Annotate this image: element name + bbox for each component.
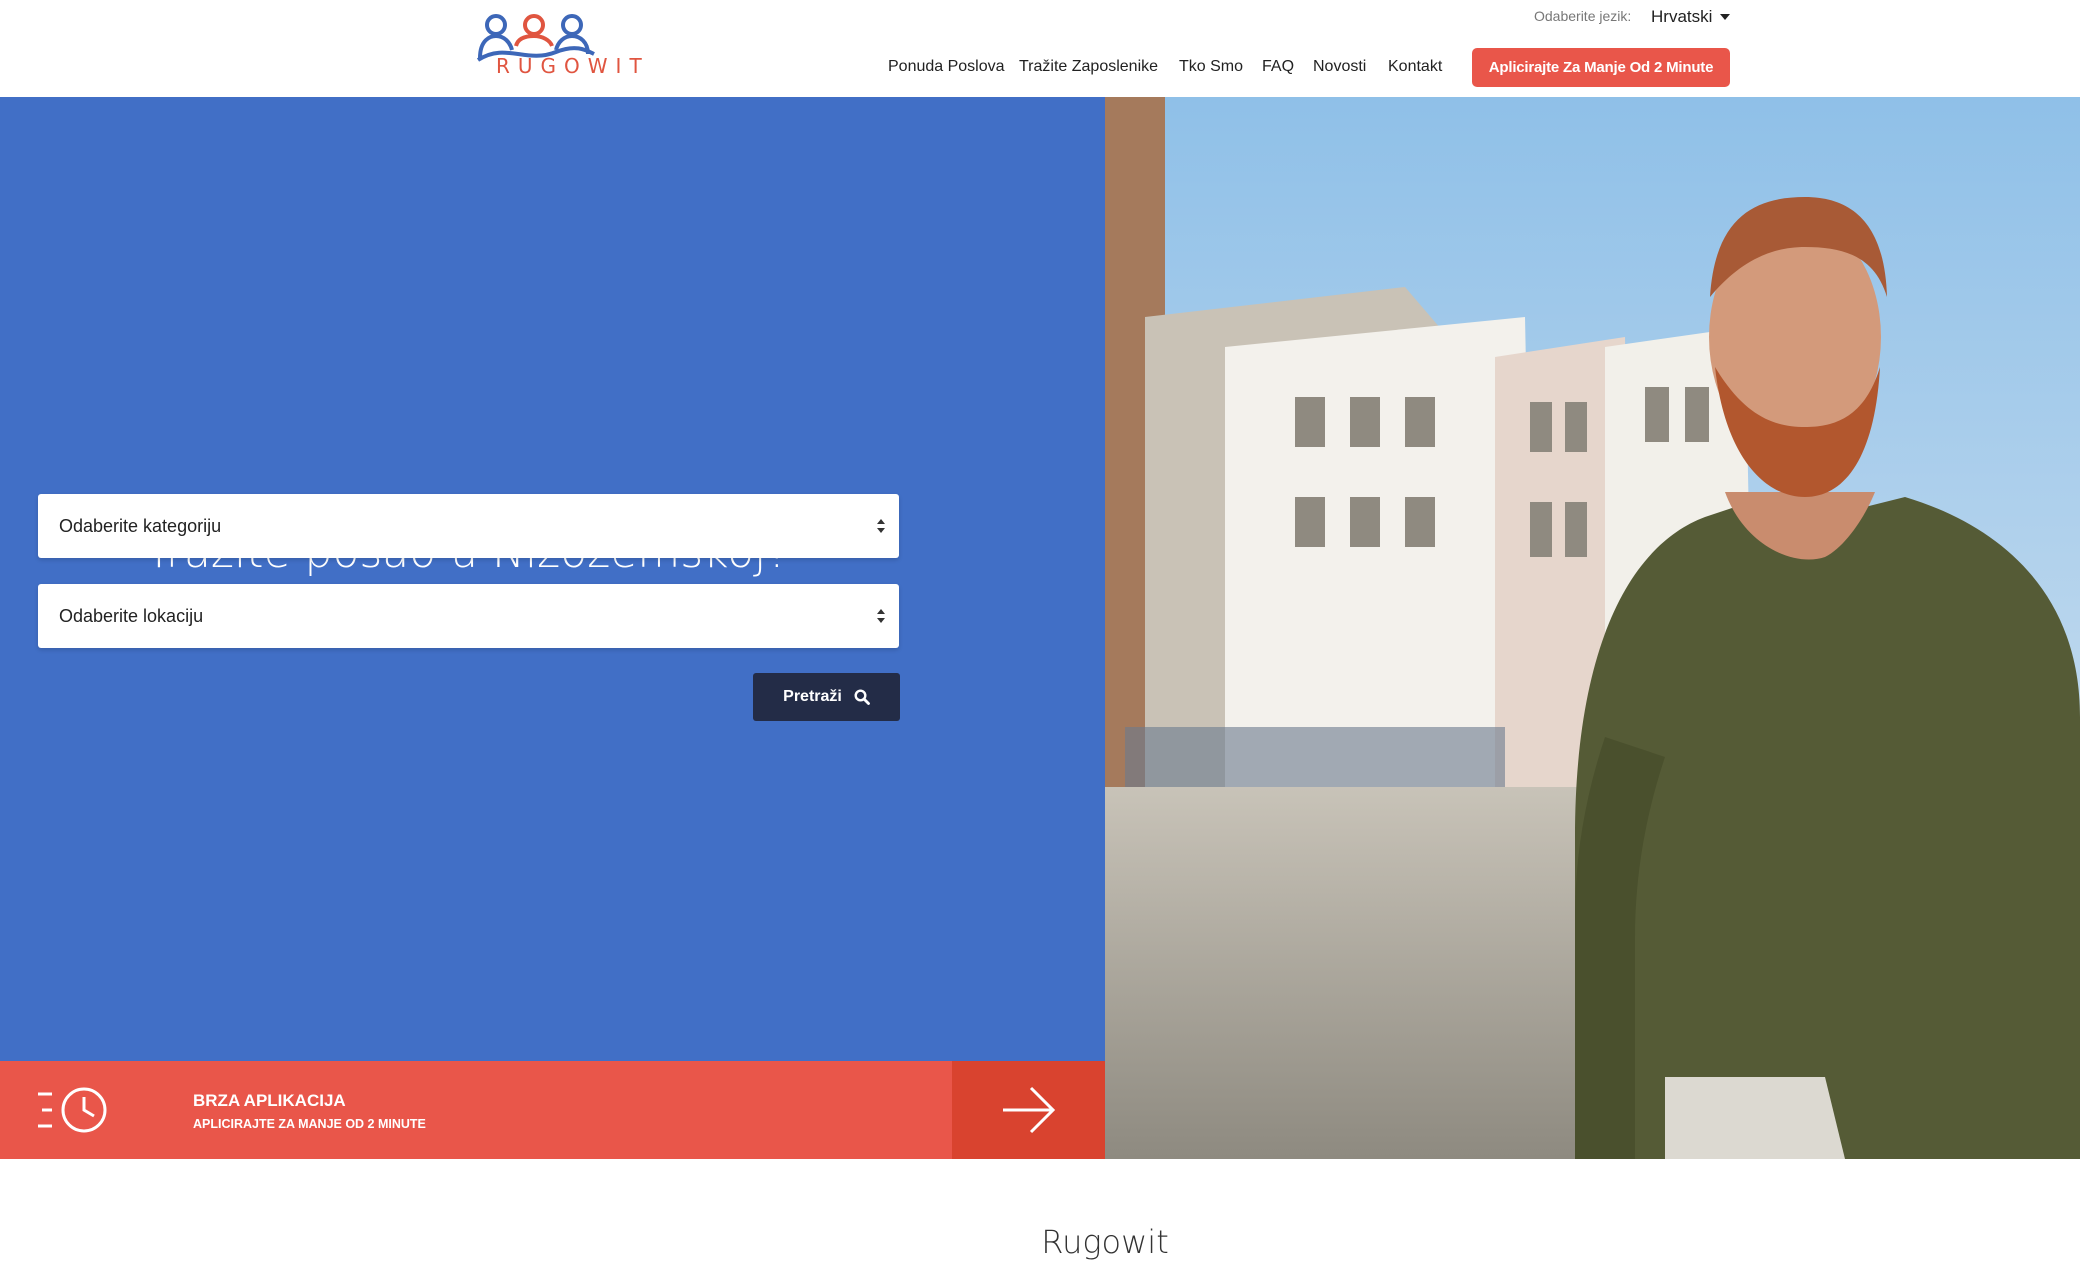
select-arrows-icon	[877, 609, 885, 623]
search-button[interactable]: Pretraži	[753, 673, 900, 721]
location-select[interactable]: Odaberite lokaciju	[38, 584, 899, 648]
hero-photo-illustration	[1105, 97, 2080, 1159]
category-select-value: Odaberite kategoriju	[59, 515, 222, 536]
apply-now-button[interactable]: Aplicirajte Za Manje Od 2 Minute	[1472, 48, 1730, 87]
location-select-value: Odaberite lokaciju	[59, 605, 204, 626]
quick-apply-title: BRZA APLIKACIJA	[193, 1091, 346, 1110]
nav-item-jobs[interactable]: Ponuda Poslova	[888, 58, 1005, 76]
nav-item-contact[interactable]: Kontakt	[1388, 58, 1442, 76]
hero-search-panel: Tražite posao u Nizozemskoj? Odaberite k…	[0, 97, 1105, 1061]
nav-item-faq[interactable]: FAQ	[1262, 58, 1294, 76]
category-select[interactable]: Odaberite kategoriju	[38, 494, 899, 558]
quick-apply-subtitle: APLICIRAJTE ZA MANJE OD 2 MINUTE	[193, 1117, 426, 1131]
nav-item-news[interactable]: Novosti	[1313, 58, 1366, 76]
chevron-down-icon	[1720, 14, 1731, 20]
fast-clock-icon	[38, 1087, 107, 1133]
section-title: Rugowit	[1041, 1223, 1169, 1261]
nav-item-employers[interactable]: Tražite Zaposlenike	[1019, 58, 1158, 76]
arrow-right-icon	[1002, 1086, 1055, 1134]
logo-wordmark: RUGOWIT	[496, 54, 650, 78]
search-button-label: Pretraži	[783, 688, 842, 705]
language-label: Odaberite jezik:	[1534, 8, 1632, 24]
language-select[interactable]: Hrvatski	[1651, 7, 1731, 27]
quick-apply-bar[interactable]: BRZA APLIKACIJA APLICIRAJTE ZA MANJE OD …	[0, 1061, 952, 1159]
search-icon	[854, 689, 870, 705]
select-arrows-icon	[877, 519, 885, 533]
nav-item-about[interactable]: Tko Smo	[1179, 58, 1243, 76]
quick-apply-arrow-button[interactable]	[952, 1061, 1105, 1159]
language-value: Hrvatski	[1651, 7, 1713, 26]
hero-photo	[1105, 97, 2080, 1159]
site-header: RUGOWIT Odaberite jezik: Hrvatski Ponuda…	[0, 0, 2080, 97]
